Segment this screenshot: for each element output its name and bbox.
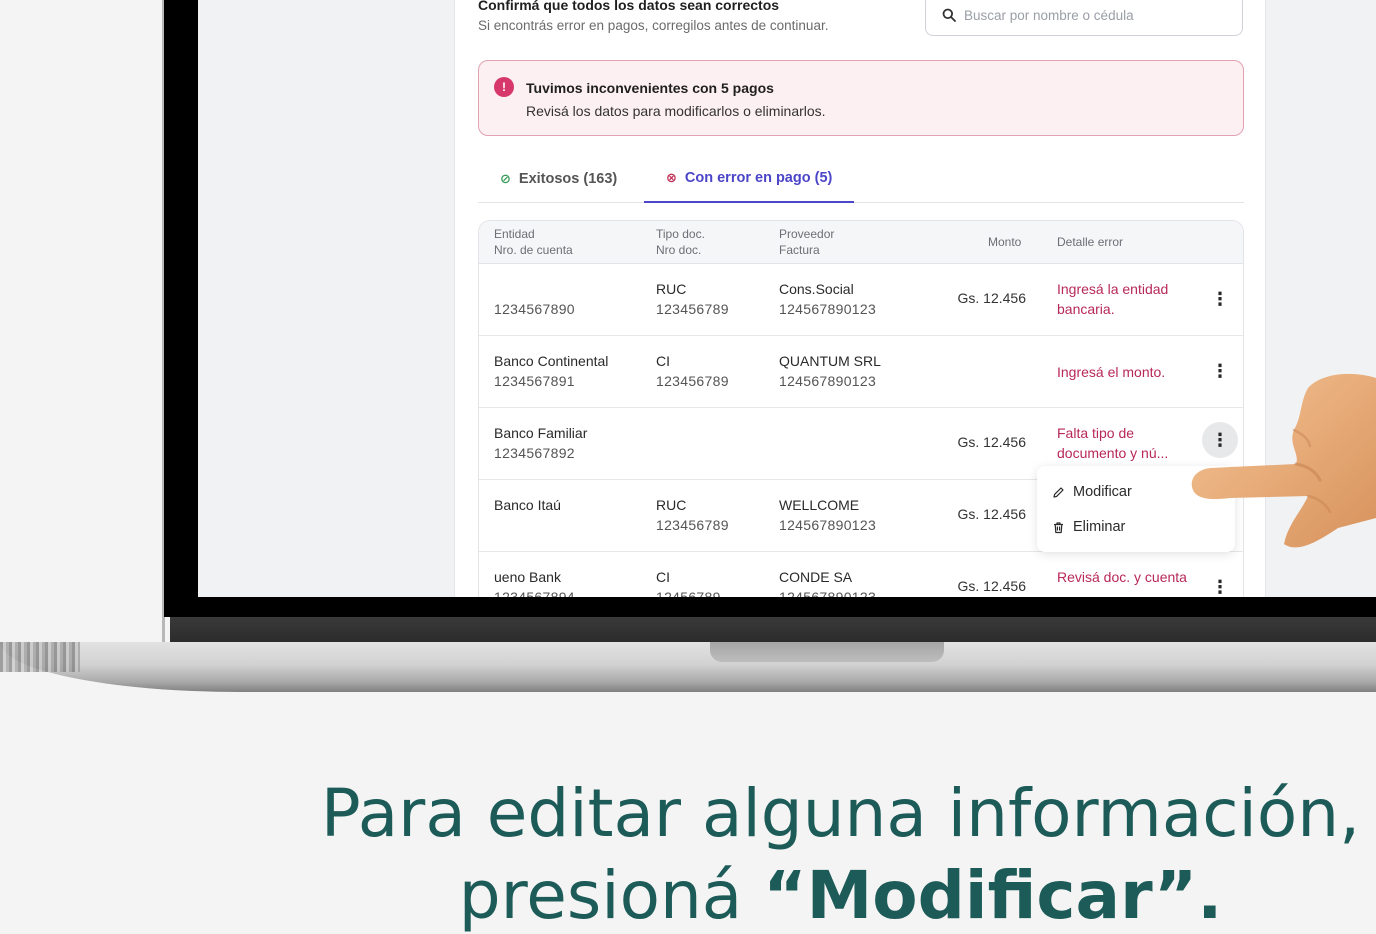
menu-item-modify-label: Modificar — [1073, 484, 1132, 500]
tab-successful[interactable]: ⊘ Exitosos (163) — [478, 155, 639, 203]
tab-payment-errors-label: Con error en pago (5) — [684, 170, 833, 186]
pointing-hand-icon — [1191, 373, 1376, 548]
factura: 124567890123 — [779, 373, 877, 389]
header-entidad-label: Entidad — [494, 227, 535, 241]
entidad — [494, 279, 575, 299]
tipo-doc: CI — [656, 569, 670, 585]
monto: Gs. 12.456 — [957, 290, 1027, 306]
header-monto: Monto — [988, 235, 1022, 249]
laptop-bezel-left — [164, 0, 198, 598]
error-detail: Ingresá la entidad bancaria. — [1057, 281, 1169, 317]
nro-doc: 123456789 — [656, 517, 729, 533]
monto: Gs. 12.456 — [957, 578, 1027, 594]
tabs: ⊘ Exitosos (163) ⊗ Con error en pago (5) — [478, 155, 1244, 203]
menu-item-delete-label: Eliminar — [1073, 519, 1126, 535]
monto: Gs. 12.456 — [957, 434, 1027, 450]
search-input[interactable] — [964, 7, 1224, 23]
factura: 124567890123 — [779, 589, 877, 597]
tab-payment-errors[interactable]: ⊗ Con error en pago (5) — [644, 155, 855, 203]
table-row: 1234567890 RUC 123456789 Cons.Social 124… — [479, 264, 1243, 336]
laptop-notch — [710, 642, 944, 662]
nro-doc: 12456789 — [656, 589, 721, 597]
trash-icon — [1054, 521, 1063, 533]
more-vertical-icon[interactable]: ⋮ — [1202, 281, 1238, 317]
instruction-caption: Para editar alguna información, presioná… — [0, 772, 1376, 934]
cell-proveedor: QUANTUM SRL 124567890123 — [779, 351, 881, 391]
cell-documento: RUC 123456789 — [656, 279, 729, 319]
cell-proveedor: CONDE SA 124567890123 — [779, 567, 876, 597]
cell-entidad: Banco Familiar 1234567892 — [494, 423, 587, 463]
proveedor: CONDE SA — [779, 569, 853, 585]
header-proveedor: Proveedor Factura — [779, 226, 834, 258]
table-row: ueno Bank 1234567894 CI 12456789 CONDE S… — [479, 552, 1243, 597]
table-header: Entidad Nro. de cuenta Tipo doc. Nro doc… — [479, 221, 1243, 264]
tipo-doc: RUC — [656, 497, 687, 513]
search-box[interactable] — [925, 0, 1243, 36]
entidad: Banco Itaú — [494, 497, 561, 513]
entidad: Banco Continental — [494, 353, 609, 369]
caption-line-2-prefix: presioná — [458, 857, 764, 934]
error-detail: Revisá doc. y cuenta — [1057, 569, 1187, 585]
alert-circle-icon: ! — [494, 77, 514, 97]
proveedor: Cons.Social — [779, 281, 854, 297]
proveedor: QUANTUM SRL — [779, 353, 881, 369]
error-detail: Falta tipo de documento y nú... — [1057, 425, 1169, 461]
entidad: ueno Bank — [494, 569, 561, 585]
cell-proveedor: WELLCOME 124567890123 — [779, 495, 876, 535]
tipo-doc: RUC — [656, 281, 687, 297]
tab-successful-label: Exitosos (163) — [518, 171, 618, 187]
header-entidad: Entidad Nro. de cuenta — [494, 226, 573, 258]
header-tipo: Tipo doc. Nro doc. — [656, 226, 705, 258]
alert-text: Revisá los datos para modificarlos o eli… — [526, 103, 826, 119]
header-nrodoc-label: Nro doc. — [656, 243, 702, 257]
search-icon — [942, 8, 956, 22]
cell-documento: RUC 123456789 — [656, 495, 729, 535]
header-factura-label: Factura — [779, 243, 820, 257]
check-circle-icon: ⊘ — [500, 171, 511, 186]
laptop-hinge — [170, 617, 1376, 643]
cuenta: 1234567891 — [494, 373, 575, 389]
cell-entidad: Banco Continental 1234567891 — [494, 351, 608, 391]
cuenta: 1234567890 — [494, 301, 575, 317]
page-title: Confirmá que todos los datos sean correc… — [478, 0, 780, 13]
error-alert: ! Tuvimos inconvenientes con 5 pagos Rev… — [478, 60, 1244, 136]
caption-line-1: Para editar alguna información, — [320, 775, 1361, 852]
page-subtitle: Si encontrás error en pagos, corregilos … — [478, 18, 829, 33]
nro-doc: 123456789 — [656, 301, 729, 317]
cell-entidad: 1234567890 — [494, 279, 575, 319]
tipo-doc: CI — [656, 353, 670, 369]
laptop-deck-edge — [0, 642, 80, 672]
laptop-bezel-bottom — [164, 597, 1376, 617]
header-proveedor-label: Proveedor — [779, 227, 835, 241]
cell-entidad: Banco Itaú — [494, 495, 561, 515]
x-circle-icon: ⊗ — [666, 170, 677, 185]
laptop-deck — [0, 642, 1376, 692]
header-tipo-label: Tipo doc. — [656, 227, 705, 241]
error-detail: Ingresá el monto. — [1057, 364, 1166, 380]
table-row: Banco Continental 1234567891 CI 12345678… — [479, 336, 1243, 408]
factura: 124567890123 — [779, 517, 877, 533]
cell-documento: CI 123456789 — [656, 351, 729, 391]
cuenta: 1234567892 — [494, 445, 575, 461]
header-cuenta-label: Nro. de cuenta — [494, 243, 573, 257]
header-detalle: Detalle error — [1057, 235, 1124, 249]
cell-documento: CI 12456789 — [656, 567, 721, 597]
nro-doc: 123456789 — [656, 373, 729, 389]
cell-entidad: ueno Bank 1234567894 — [494, 567, 575, 597]
caption-line-2: presioná “Modificar”. — [0, 854, 1376, 934]
monto: Gs. 12.456 — [957, 506, 1027, 522]
cuenta: 1234567894 — [494, 589, 575, 597]
caption-line-2-emphasis: “Modificar”. — [763, 857, 1223, 934]
more-vertical-icon[interactable]: ⋮ — [1202, 569, 1238, 597]
factura: 124567890123 — [779, 301, 877, 317]
alert-title: Tuvimos inconvenientes con 5 pagos — [526, 80, 774, 96]
cell-proveedor: Cons.Social 124567890123 — [779, 279, 876, 319]
pencil-icon — [1053, 486, 1064, 498]
proveedor: WELLCOME — [779, 497, 860, 513]
entidad: Banco Familiar — [494, 425, 588, 441]
